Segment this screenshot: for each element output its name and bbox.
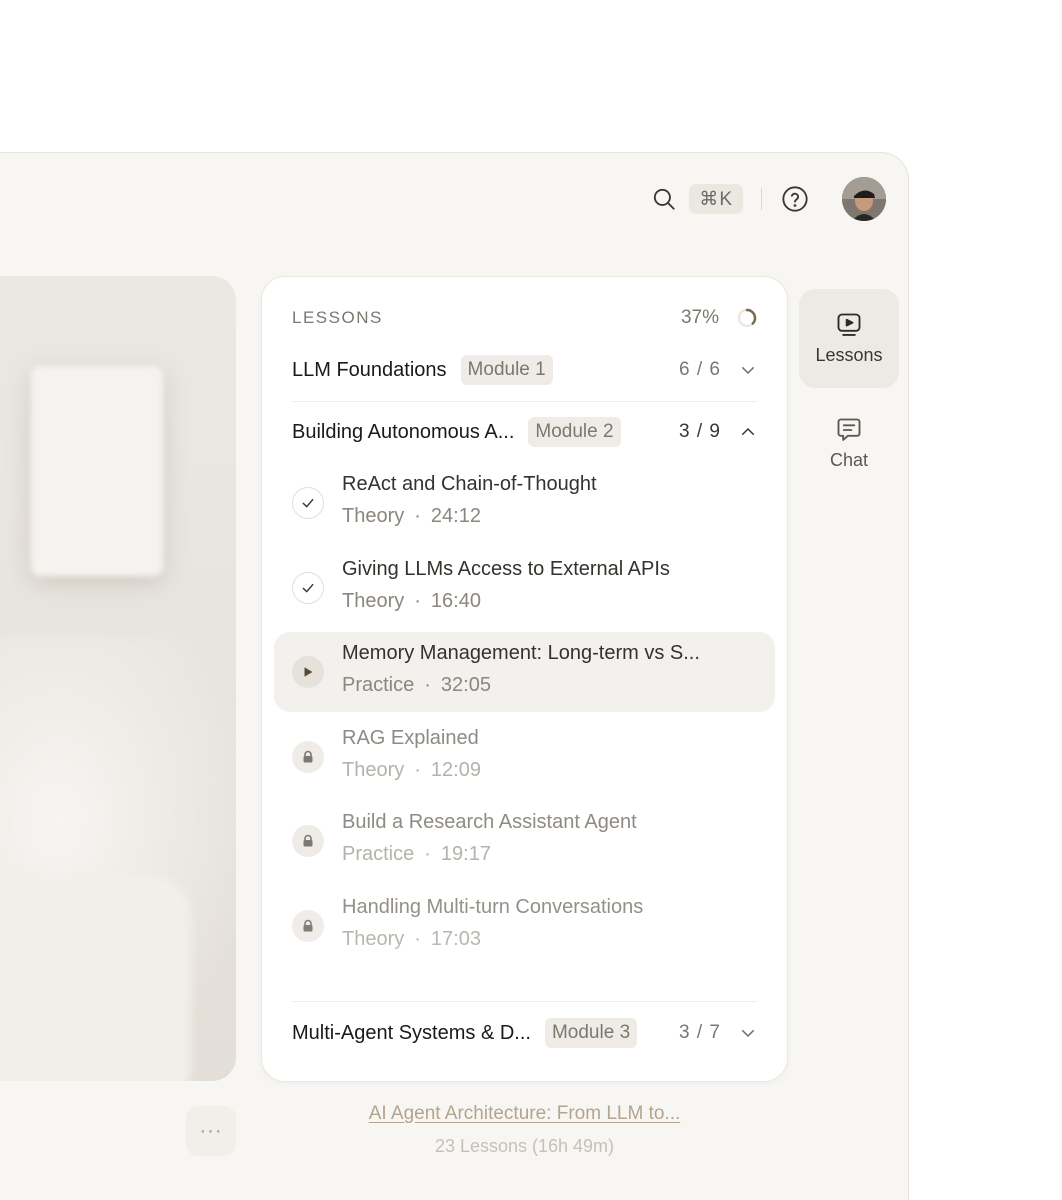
- lesson-item-locked[interactable]: Handling Multi-turn Conversations Theory…: [274, 886, 775, 966]
- lesson-duration: 19:17: [440, 843, 491, 865]
- rail-tab-lessons[interactable]: Lessons: [799, 289, 899, 388]
- lesson-duration: 24:12: [430, 505, 481, 527]
- meta-separator: ·: [424, 674, 431, 696]
- lesson-item-locked[interactable]: Build a Research Assistant Agent Practic…: [274, 801, 775, 881]
- meta-separator: ·: [414, 759, 421, 781]
- progress-percent: 37%: [680, 307, 719, 328]
- search-shortcut-badge: ⌘K: [689, 184, 743, 214]
- lesson-item[interactable]: ReAct and Chain-of-Thought Theory · 24:12: [274, 463, 775, 543]
- lessons-header: LESSONS 37%: [292, 307, 757, 329]
- module-progress-count: 3 / 9: [679, 421, 721, 442]
- lesson-meta: Theory · 16:40: [342, 590, 481, 613]
- chevron-up-icon[interactable]: [739, 423, 757, 441]
- module-divider: [292, 401, 757, 402]
- more-options-button[interactable]: ···: [186, 1106, 236, 1156]
- lock-icon: [292, 910, 324, 942]
- lesson-type: Theory: [342, 590, 405, 612]
- lesson-meta: Practice · 32:05: [342, 674, 491, 697]
- module-progress-count: 3 / 7: [679, 1022, 721, 1043]
- topbar-divider: [761, 188, 762, 210]
- meta-separator: ·: [414, 590, 421, 612]
- chevron-down-icon[interactable]: [739, 1024, 757, 1042]
- video-player[interactable]: [0, 276, 236, 1081]
- progress-ring-icon: [737, 308, 757, 328]
- lock-icon: [292, 741, 324, 773]
- lesson-item-locked[interactable]: RAG Explained Theory · 12:09: [274, 717, 775, 797]
- video-blur-shape: [0, 876, 191, 1081]
- lesson-duration: 16:40: [430, 590, 481, 612]
- lesson-meta: Practice · 19:17: [342, 843, 491, 866]
- lesson-duration: 12:09: [430, 759, 481, 781]
- module-divider: [292, 1001, 757, 1002]
- top-bar: ⌘K: [647, 177, 886, 221]
- rail-label: Lessons: [815, 345, 883, 365]
- lessons-panel: LESSONS 37% LLM Foundations Module 1 6 /…: [261, 276, 788, 1082]
- module-badge: Module 1: [460, 355, 553, 385]
- search-icon[interactable]: [647, 182, 681, 216]
- video-blur-frame: [31, 366, 163, 576]
- lesson-meta: Theory · 24:12: [342, 505, 481, 528]
- lesson-type: Theory: [342, 759, 405, 781]
- lesson-duration: 17:03: [430, 928, 481, 950]
- lesson-duration: 32:05: [440, 674, 491, 696]
- lessons-heading: LESSONS: [292, 308, 383, 327]
- lesson-title: RAG Explained: [342, 727, 479, 749]
- chevron-down-icon[interactable]: [739, 361, 757, 379]
- course-meta: 23 Lessons (16h 49m): [434, 1136, 615, 1156]
- lesson-type: Theory: [342, 928, 405, 950]
- chat-icon: [837, 418, 861, 441]
- module-row-3[interactable]: Multi-Agent Systems & D... Module 3 3 / …: [292, 1016, 757, 1050]
- lesson-type: Theory: [342, 505, 405, 527]
- check-icon: [292, 572, 324, 604]
- video-lessons-icon: [837, 313, 861, 336]
- lock-icon: [292, 825, 324, 857]
- module-title: Multi-Agent Systems & D...: [292, 1021, 531, 1044]
- lesson-type: Practice: [342, 843, 415, 865]
- play-icon: [292, 656, 324, 688]
- check-icon: [292, 487, 324, 519]
- meta-separator: ·: [424, 843, 431, 865]
- rail-label: Chat: [829, 450, 869, 470]
- lesson-item-active[interactable]: Memory Management: Long-term vs S... Pra…: [274, 632, 775, 712]
- help-circle-icon[interactable]: [778, 182, 812, 216]
- module-row-2[interactable]: Building Autonomous A... Module 2 3 / 9: [292, 415, 757, 449]
- lesson-title: Build a Research Assistant Agent: [342, 811, 637, 833]
- module-row-1[interactable]: LLM Foundations Module 1 6 / 6: [292, 353, 757, 387]
- lesson-meta: Theory · 12:09: [342, 759, 481, 782]
- user-avatar[interactable]: [842, 177, 886, 221]
- lesson-title: Memory Management: Long-term vs S...: [342, 642, 700, 664]
- module-title: LLM Foundations: [292, 358, 447, 381]
- rail-tab-chat[interactable]: Chat: [799, 394, 899, 493]
- meta-separator: ·: [414, 505, 421, 527]
- module-title: Building Autonomous A...: [292, 420, 515, 443]
- course-title-link[interactable]: AI Agent Architecture: From LLM to...: [261, 1103, 788, 1125]
- meta-separator: ·: [414, 928, 421, 950]
- lesson-meta: Theory · 17:03: [342, 928, 481, 951]
- lesson-title: Giving LLMs Access to External APIs: [342, 558, 670, 580]
- module-progress-count: 6 / 6: [679, 359, 721, 380]
- lesson-item[interactable]: Giving LLMs Access to External APIs Theo…: [274, 548, 775, 628]
- module-badge: Module 2: [528, 417, 621, 447]
- module-badge: Module 3: [544, 1018, 638, 1048]
- lesson-title: Handling Multi-turn Conversations: [342, 896, 644, 918]
- lesson-type: Practice: [342, 674, 415, 696]
- lesson-title: ReAct and Chain-of-Thought: [342, 473, 597, 495]
- app-window: ⌘K LESSONS 37% LLM Foundations Module 1 …: [0, 152, 909, 1200]
